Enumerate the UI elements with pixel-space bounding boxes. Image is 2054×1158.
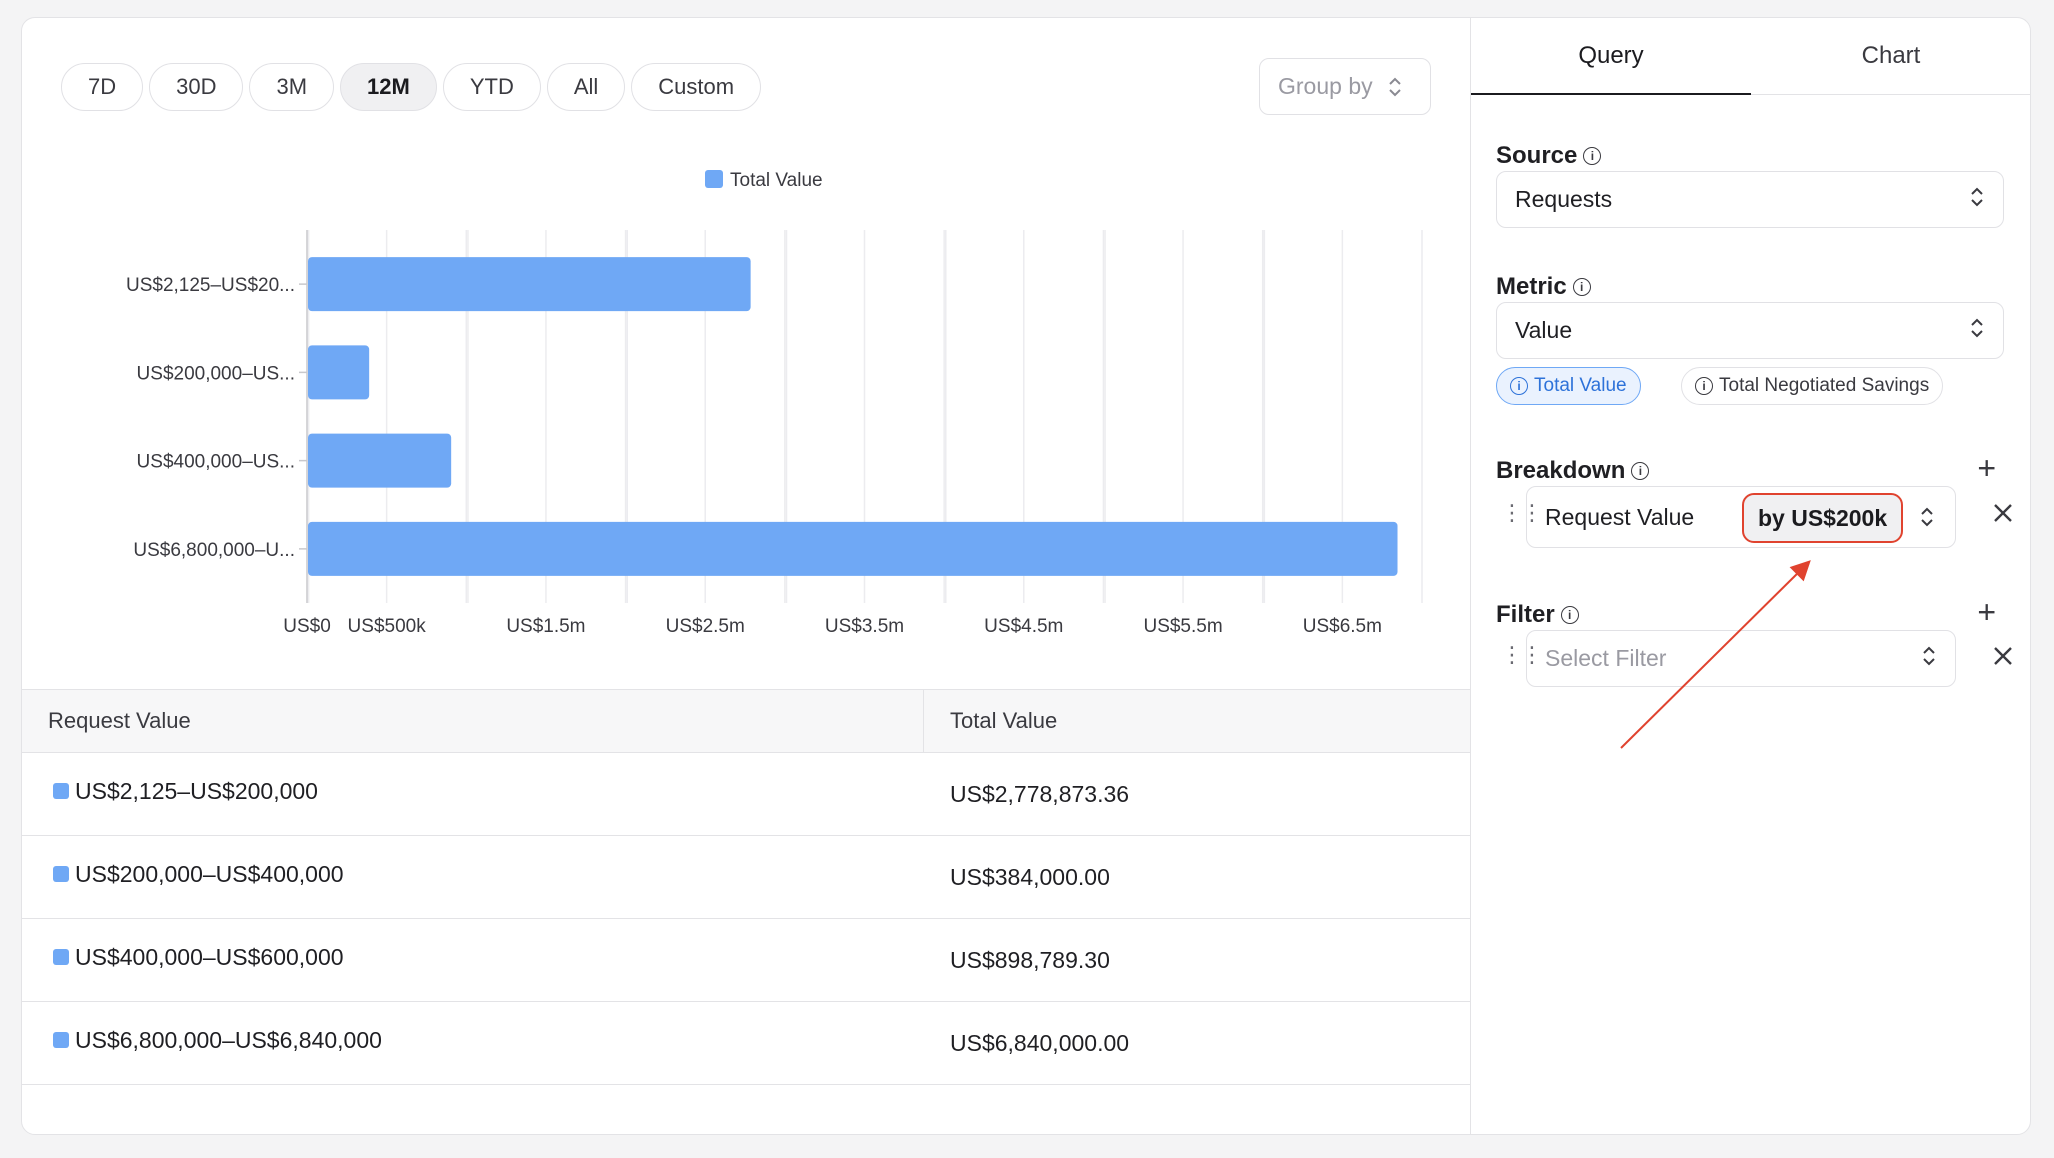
breakdown-field-value: Request Value	[1545, 503, 1695, 530]
tab-chart[interactable]: Chart	[1751, 18, 2030, 94]
row-value: US$2,778,873.36	[950, 781, 1130, 807]
breakdown-field[interactable]: Request Value by US$200k	[1526, 486, 1956, 548]
x-tick-label: US$1.5m	[506, 616, 585, 637]
bar-chart: Total Value US$2,125–US$20... US$200,000–U…	[126, 170, 1423, 637]
tab-query[interactable]: Query	[1471, 18, 1751, 95]
legend-swatch	[705, 170, 723, 188]
series-swatch	[53, 949, 69, 965]
bar	[308, 345, 370, 400]
range-custom-button[interactable]: Custom	[631, 63, 762, 111]
metric-label: Metric i	[1496, 273, 1591, 301]
table-row: US$200,000–US$400,000 US$384,000.00	[22, 836, 1470, 919]
x-tick-label: US$500k	[348, 616, 427, 637]
group-by-select[interactable]: Group by	[1259, 58, 1431, 115]
row-value: US$898,789.30	[950, 947, 1110, 973]
series-swatch	[53, 866, 69, 882]
legend-label: Total Value	[730, 170, 823, 191]
time-range-selector: 7D 30D 3M 12M YTD All Custom	[61, 63, 762, 111]
metric-label-text: Metric	[1496, 273, 1567, 300]
remove-breakdown-icon[interactable]	[1991, 500, 2015, 532]
metric-chip-total-negotiated-savings[interactable]: i Total Negotiated Savings	[1681, 367, 1944, 405]
info-icon[interactable]: i	[1631, 462, 1650, 480]
series-swatch	[53, 1032, 69, 1048]
x-tick-label: US$4.5m	[984, 616, 1063, 637]
series-swatch	[53, 783, 69, 799]
range-3m-button[interactable]: 3M	[249, 63, 335, 111]
range-30d-button[interactable]: 30D	[149, 63, 244, 111]
chip-label: Total Negotiated Savings	[1719, 375, 1930, 396]
row-value: US$384,000.00	[950, 864, 1110, 890]
table-row: US$400,000–US$600,000 US$898,789.30	[22, 919, 1470, 1002]
metric-value: Value	[1515, 317, 1573, 343]
source-label: Source i	[1496, 142, 1602, 170]
breakdown-interval-value: by US$200k	[1758, 504, 1888, 531]
table-header: Request Value Total Value	[22, 689, 1470, 753]
panel-tabs: Query Chart	[1471, 18, 2030, 95]
range-7d-button[interactable]: 7D	[61, 63, 144, 111]
query-panel: Query Chart Source i Requests Metric i V…	[1470, 18, 2030, 1134]
info-icon[interactable]: i	[1583, 147, 1602, 165]
filter-select[interactable]: Select Filter	[1526, 630, 1956, 687]
row-range: US$6,800,000–US$6,840,000	[75, 1027, 382, 1053]
source-label-text: Source	[1496, 142, 1578, 169]
breakdown-label-text: Breakdown	[1496, 457, 1626, 484]
add-filter-icon[interactable]: +	[1977, 594, 1996, 631]
breakdown-interval-select[interactable]: by US$200k	[1742, 493, 1904, 543]
row-range: US$200,000–US$400,000	[75, 861, 344, 887]
y-tick-label: US$6,800,000–U...	[133, 540, 295, 561]
row-value: US$6,840,000.00	[950, 1030, 1130, 1056]
remove-filter-icon[interactable]	[1991, 643, 2015, 675]
add-breakdown-icon[interactable]: +	[1977, 450, 1996, 487]
table-row: US$6,800,000–US$6,840,000 US$6,840,000.0…	[22, 1002, 1470, 1085]
chevron-updown-icon	[1919, 504, 1935, 536]
y-tick-label: US$400,000–US...	[137, 452, 295, 473]
x-tick-label: US$5.5m	[1143, 616, 1222, 637]
row-range: US$400,000–US$600,000	[75, 944, 344, 970]
y-tick-label: US$200,000–US...	[137, 363, 295, 384]
bar	[308, 521, 1398, 576]
range-12m-button[interactable]: 12M	[340, 63, 437, 111]
bar	[308, 433, 452, 488]
filter-label-text: Filter	[1496, 601, 1555, 628]
group-by-placeholder: Group by	[1278, 73, 1373, 99]
x-tick-label: US$0	[283, 616, 331, 637]
chevron-updown-icon	[1969, 185, 1985, 215]
info-icon: i	[1510, 377, 1528, 395]
chevron-updown-icon	[1969, 316, 1985, 346]
metric-select[interactable]: Value	[1496, 302, 2004, 359]
chevron-updown-icon	[1921, 644, 1937, 674]
filter-placeholder: Select Filter	[1545, 645, 1667, 671]
table-row: US$2,125–US$200,000 US$2,778,873.36	[22, 753, 1470, 836]
app-frame: 7D 30D 3M 12M YTD All Custom Group by To…	[21, 17, 2031, 1135]
row-range: US$2,125–US$200,000	[75, 778, 318, 804]
results-table: Request Value Total Value US$2,125–US$20…	[22, 689, 1470, 1085]
range-ytd-button[interactable]: YTD	[442, 63, 541, 111]
info-icon: i	[1695, 377, 1713, 395]
column-header-total-value: Total Value	[950, 708, 1058, 733]
filter-label: Filter i	[1496, 601, 1579, 629]
y-tick-label: US$2,125–US$20...	[126, 275, 295, 296]
breakdown-label: Breakdown i	[1496, 457, 1650, 485]
bar	[308, 257, 751, 312]
range-all-button[interactable]: All	[546, 63, 626, 111]
x-tick-label: US$3.5m	[825, 616, 904, 637]
chevron-updown-icon	[1387, 75, 1403, 99]
chip-label: Total Value	[1534, 375, 1627, 396]
column-header-request-value: Request Value	[22, 690, 924, 752]
info-icon[interactable]: i	[1572, 278, 1591, 296]
chart-area: 7D 30D 3M 12M YTD All Custom Group by To…	[22, 18, 1470, 1134]
x-tick-label: US$6.5m	[1303, 616, 1382, 637]
source-value: Requests	[1515, 186, 1613, 212]
info-icon[interactable]: i	[1560, 606, 1579, 624]
x-tick-label: US$2.5m	[666, 616, 745, 637]
source-select[interactable]: Requests	[1496, 171, 2004, 228]
metric-chip-total-value[interactable]: i Total Value	[1496, 367, 1641, 405]
